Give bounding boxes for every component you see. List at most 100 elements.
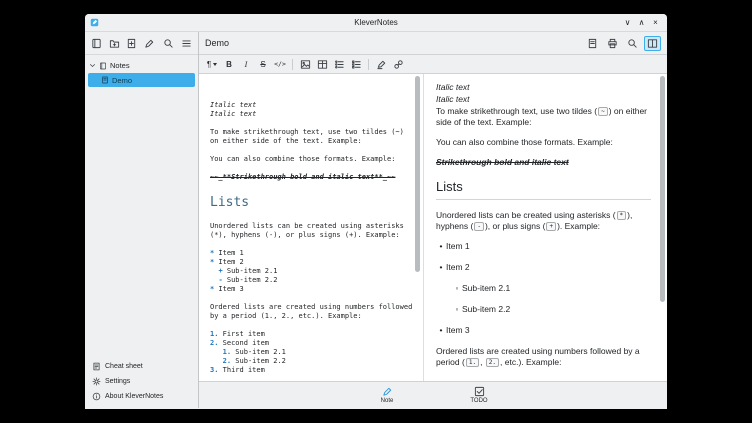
- print-button[interactable]: [604, 36, 621, 51]
- hamburger-icon: [181, 38, 192, 49]
- editor-scrollbar-thumb[interactable]: [415, 76, 420, 272]
- preview-content: Italic textItalic textTo make strikethro…: [436, 82, 651, 368]
- editor-line: Ordered lists are created using numbers …: [210, 303, 409, 312]
- window-controls: ∨ ∧ ×: [622, 17, 667, 29]
- settings-button[interactable]: Settings: [85, 374, 198, 389]
- link-icon: [393, 59, 404, 70]
- new-folder-button[interactable]: [107, 36, 123, 51]
- preview-scrollbar[interactable]: [660, 76, 665, 377]
- italic-button[interactable]: I: [238, 57, 254, 72]
- maximize-button[interactable]: ∧: [636, 17, 647, 29]
- editor-line: [210, 321, 409, 330]
- tab-todo[interactable]: TODO: [450, 386, 508, 404]
- document-icon: [587, 38, 598, 49]
- notebook-icon: [99, 62, 107, 70]
- preview-block: •Item 1: [436, 241, 651, 252]
- page-switcher: Note TODO: [199, 381, 667, 408]
- minimize-button[interactable]: ∨: [622, 17, 633, 29]
- bold-button[interactable]: B: [221, 57, 237, 72]
- cheat-sheet-label: Cheat sheet: [105, 363, 143, 370]
- export-note-button[interactable]: [584, 36, 601, 51]
- window-title: KleverNotes: [85, 18, 667, 27]
- sidebar-toolbar: [85, 32, 198, 55]
- chevron-down-icon: [89, 62, 96, 69]
- editor-line: 2. Second item: [210, 339, 409, 348]
- tab-note[interactable]: Note: [358, 386, 416, 404]
- new-note-button[interactable]: [124, 36, 140, 51]
- editor-preview-split: Italic textItalic text To make strikethr…: [199, 74, 667, 381]
- preview-block: ◦Sub-item 2.1: [452, 283, 651, 294]
- markdown-editor[interactable]: Italic textItalic text To make strikethr…: [199, 74, 423, 381]
- preview-scrollbar-thumb[interactable]: [660, 76, 665, 302]
- magnifier-icon: [627, 38, 638, 49]
- close-button[interactable]: ×: [650, 17, 661, 29]
- preview-block: Strikethrough bold and italic text: [436, 157, 651, 168]
- editor-line: [210, 182, 409, 191]
- editor-line: Unordered lists can be created using ast…: [210, 222, 409, 231]
- toolbar-separator: [292, 59, 293, 70]
- preview-pane: Italic textItalic textTo make strikethro…: [424, 74, 667, 381]
- new-note-icon: [126, 38, 137, 49]
- tree-root-notes[interactable]: Notes: [85, 59, 198, 72]
- insert-link-button[interactable]: [390, 57, 406, 72]
- bold-label: B: [226, 60, 232, 69]
- sidebar: Notes Demo Cheat sheet: [85, 32, 199, 408]
- editor-line: [210, 146, 409, 155]
- chevron-down-icon: [213, 63, 217, 66]
- tree-root-label: Notes: [110, 61, 130, 70]
- tree-item-demo[interactable]: Demo: [88, 73, 195, 87]
- note-icon: [101, 76, 109, 84]
- toolbar-separator: [368, 59, 369, 70]
- cheat-sheet-icon: [92, 362, 101, 371]
- editor-line: (*), hyphens (-), or plus signs (+). Exa…: [210, 231, 409, 240]
- rename-button[interactable]: [142, 36, 158, 51]
- editor-content[interactable]: Italic textItalic text To make strikethr…: [210, 101, 409, 375]
- editor-line: - Sub-item 2.2: [210, 276, 409, 285]
- preview-block: Unordered lists can be created using ast…: [436, 210, 651, 232]
- editor-line: * Item 3: [210, 285, 409, 294]
- heading-label: ¶: [207, 60, 211, 69]
- about-button[interactable]: About KleverNotes: [85, 389, 198, 404]
- editor-scrollbar[interactable]: [415, 76, 420, 377]
- highlight-button[interactable]: [373, 57, 389, 72]
- editor-line: ~~_**Strikethrough bold and italic text*…: [210, 173, 409, 182]
- editor-line: [210, 213, 409, 222]
- editor-line: 1. First item: [210, 330, 409, 339]
- ordered-list-button[interactable]: [348, 57, 364, 72]
- insert-table-button[interactable]: [314, 57, 330, 72]
- heading-menu-button[interactable]: ¶: [204, 57, 220, 72]
- bullet-list-button[interactable]: [331, 57, 347, 72]
- titlebar: KleverNotes ∨ ∧ ×: [85, 14, 667, 32]
- info-icon: [92, 392, 101, 401]
- notebook-button[interactable]: [89, 36, 105, 51]
- main-area: Demo: [199, 32, 667, 408]
- bullet-list-icon: [334, 59, 345, 70]
- table-icon: [317, 59, 328, 70]
- tab-todo-label: TODO: [470, 398, 487, 404]
- editor-line: * Item 1: [210, 249, 409, 258]
- note-title: Demo: [205, 38, 229, 48]
- note-header: Demo: [199, 32, 667, 55]
- editor-line: 3. Third item: [210, 366, 409, 375]
- printer-icon: [607, 38, 618, 49]
- editor-line: [210, 119, 409, 128]
- checkbox-icon: [474, 386, 485, 397]
- highlighter-icon: [376, 59, 387, 70]
- preview-block: ◦Sub-item 2.2: [452, 304, 651, 315]
- preview-block: You can also combine those formats. Exam…: [436, 137, 651, 148]
- search-button[interactable]: [161, 36, 177, 51]
- split-view-toggle[interactable]: [644, 36, 661, 51]
- header-actions: [584, 36, 661, 51]
- editor-line: [210, 240, 409, 249]
- insert-image-button[interactable]: [297, 57, 313, 72]
- editor-line: 2. Sub-item 2.2: [210, 357, 409, 366]
- notebook-icon: [91, 38, 102, 49]
- cheat-sheet-button[interactable]: Cheat sheet: [85, 359, 198, 374]
- code-label: </>: [274, 60, 286, 68]
- preview-block: Italic text: [436, 82, 651, 93]
- code-button[interactable]: </>: [272, 57, 288, 72]
- strikethrough-button[interactable]: S: [255, 57, 271, 72]
- note-tree: Notes Demo: [85, 55, 198, 357]
- menu-button[interactable]: [179, 36, 195, 51]
- zoom-button[interactable]: [624, 36, 641, 51]
